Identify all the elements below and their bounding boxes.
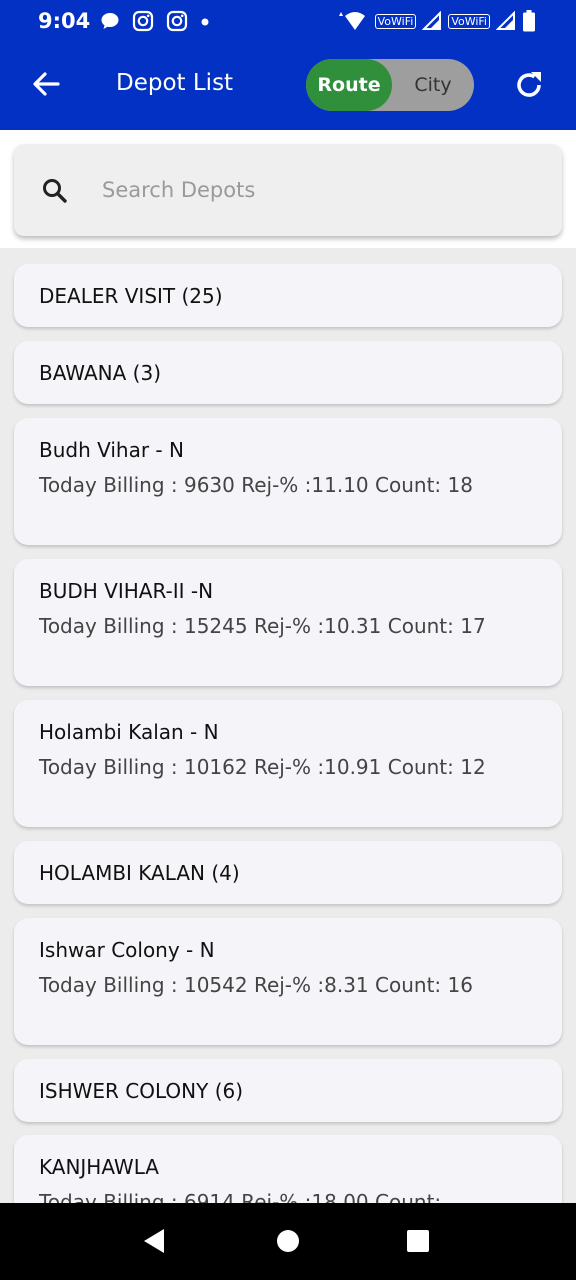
depot-details: Today Billing : 10162 Rej-% :10.91 Count… (39, 755, 486, 779)
depot-details: Today Billing : 15245 Rej-% :10.31 Count… (39, 614, 486, 638)
list-group-header[interactable]: ISHWER COLONY (6) (14, 1059, 562, 1122)
app-bar: 9:04 VoWiFi VoWiFi Depot List Route City (0, 0, 576, 130)
depot-name: BUDH VIHAR-II -N (39, 579, 214, 603)
toolbar: Depot List Route City (0, 56, 576, 116)
depot-name: Budh Vihar - N (39, 438, 184, 462)
depot-card[interactable]: Budh Vihar - N Today Billing : 9630 Rej-… (14, 418, 562, 545)
depot-details: Today Billing : 9630 Rej-% :11.10 Count:… (39, 473, 473, 497)
wifi-icon (338, 12, 365, 30)
signal-icon (422, 11, 442, 30)
message-bubble-icon (101, 13, 119, 29)
depot-name: KANJHAWLA (39, 1155, 159, 1179)
search-box[interactable] (14, 144, 562, 236)
back-arrow-icon[interactable] (28, 66, 64, 102)
vowifi-label-2: VoWiFi (448, 13, 490, 29)
signal-icon-2 (496, 11, 515, 30)
nav-home-icon[interactable] (272, 1225, 304, 1257)
instagram-icon (132, 10, 154, 32)
depot-list: DEALER VISIT (25) BAWANA (3) Budh Vihar … (0, 248, 576, 1203)
list-group-header[interactable]: HOLAMBI KALAN (4) (14, 841, 562, 904)
list-group-header[interactable]: DEALER VISIT (25) (14, 264, 562, 327)
instagram-icon-2 (166, 10, 188, 32)
depot-details: Today Billing : 6914 Rej-% :18.00 Count: (39, 1190, 442, 1203)
group-label: BAWANA (3) (39, 361, 162, 385)
search-section (0, 130, 576, 248)
refresh-icon[interactable] (512, 68, 546, 102)
depot-card[interactable]: BUDH VIHAR-II -N Today Billing : 15245 R… (14, 559, 562, 686)
search-icon (43, 179, 67, 203)
nav-back-icon[interactable] (138, 1225, 170, 1257)
group-label: ISHWER COLONY (6) (39, 1079, 244, 1103)
list-group-header[interactable]: BAWANA (3) (14, 341, 562, 404)
depot-card[interactable]: Ishwar Colony - N Today Billing : 10542 … (14, 918, 562, 1045)
toggle-option-city[interactable]: City (392, 59, 474, 111)
toggle-option-route[interactable]: Route (306, 59, 392, 111)
group-label: DEALER VISIT (25) (39, 284, 223, 308)
depot-card[interactable]: KANJHAWLA Today Billing : 6914 Rej-% :18… (14, 1135, 562, 1203)
depot-details: Today Billing : 10542 Rej-% :8.31 Count:… (39, 973, 473, 997)
vowifi-label-1: VoWiFi (374, 13, 417, 29)
system-icons: VoWiFi VoWiFi (335, 10, 536, 32)
status-time: 9:04 (38, 9, 91, 33)
group-label: HOLAMBI KALAN (4) (39, 861, 240, 885)
nav-recents-icon[interactable] (402, 1225, 434, 1257)
search-input[interactable] (102, 172, 522, 208)
depot-name: Ishwar Colony - N (39, 938, 215, 962)
depot-name: Holambi Kalan - N (39, 720, 219, 744)
battery-icon (523, 10, 535, 32)
depot-card[interactable]: Holambi Kalan - N Today Billing : 10162 … (14, 700, 562, 827)
page-title: Depot List (116, 70, 234, 96)
system-nav-bar (0, 1203, 576, 1280)
notification-icons (100, 10, 210, 32)
status-bar: 9:04 VoWiFi VoWiFi (0, 0, 576, 44)
more-notifications-dot-icon (201, 18, 209, 26)
route-city-toggle[interactable]: Route City (306, 59, 474, 111)
